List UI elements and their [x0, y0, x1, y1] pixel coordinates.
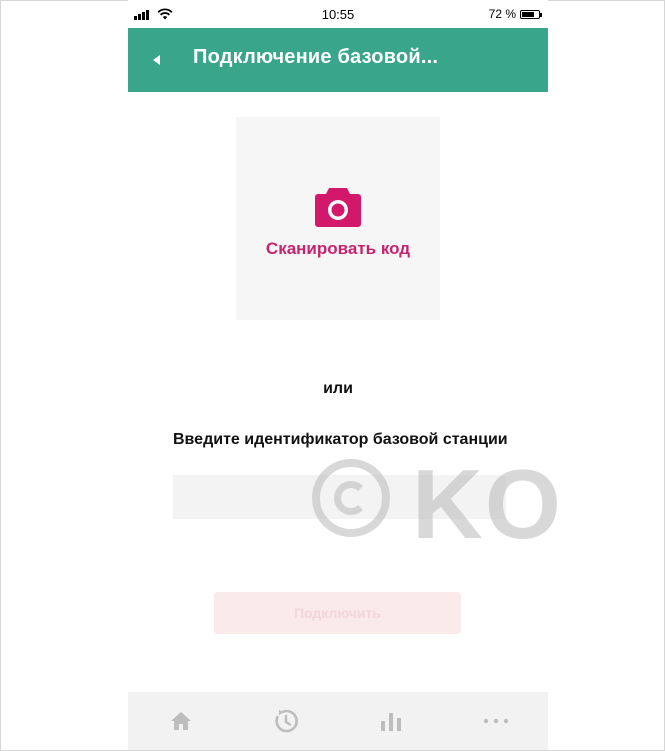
back-arrow-icon: [152, 55, 160, 65]
nav-history[interactable]: [233, 692, 338, 750]
nav-stats[interactable]: [338, 692, 443, 750]
station-id-label: Введите идентификатор базовой станции: [173, 431, 508, 448]
scan-code-button[interactable]: Сканировать код: [236, 117, 440, 320]
or-separator: или: [323, 380, 353, 397]
stats-icon: [380, 713, 401, 731]
battery-percent: 72 %: [488, 7, 516, 21]
nav-more[interactable]: [443, 692, 548, 750]
more-icon: [483, 718, 508, 724]
scan-code-label: Сканировать код: [265, 239, 411, 258]
back-button[interactable]: [142, 46, 170, 74]
screenshot-frame: [0, 0, 665, 751]
battery-icon: [520, 9, 542, 19]
home-icon: [170, 712, 191, 730]
status-time: 10:55: [321, 7, 355, 22]
history-icon: [274, 709, 298, 733]
status-bar: 10:55 72 %: [128, 0, 548, 28]
connect-button[interactable]: Подключить: [214, 592, 461, 634]
bottom-nav: [128, 692, 548, 750]
station-id-input[interactable]: [173, 475, 506, 519]
nav-home[interactable]: [128, 692, 233, 750]
camera-icon: [315, 188, 361, 227]
status-right: 72 %: [488, 7, 542, 21]
page-title: Подключение базовой...: [193, 46, 439, 68]
app-header: Подключение базовой...: [128, 28, 548, 92]
